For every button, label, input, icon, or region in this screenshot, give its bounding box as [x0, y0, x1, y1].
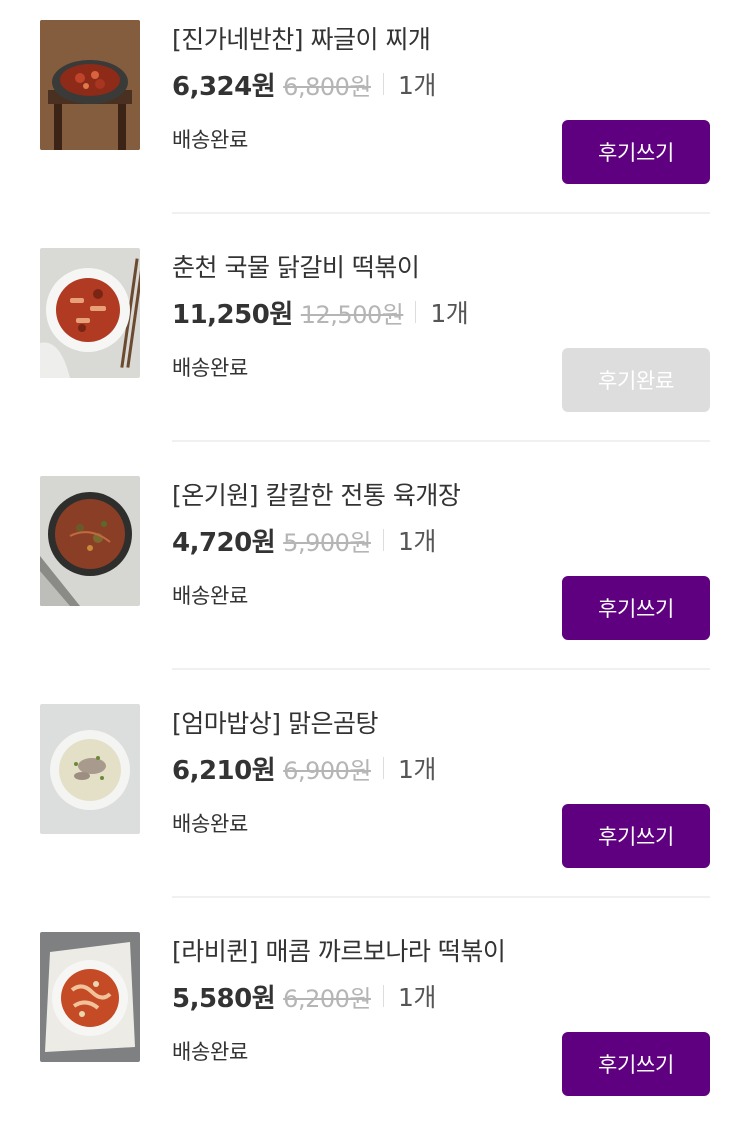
price-divider — [382, 757, 384, 779]
price-row: 6,324원 6,800원 1개 — [172, 66, 436, 102]
price-divider — [415, 301, 417, 323]
original-price: 6,900원 — [283, 756, 371, 785]
tteokbokki-plate-image[interactable] — [40, 248, 140, 378]
review-complete-button[interactable]: 후기완료 — [562, 348, 710, 412]
price-row: 6,210원 6,900원 1개 — [172, 750, 436, 786]
original-price: 12,500원 — [300, 300, 404, 329]
price-divider — [382, 985, 384, 1007]
quantity: 1개 — [430, 299, 469, 328]
write-review-button[interactable]: 후기쓰기 — [562, 576, 710, 640]
order-item: 춘천 국물 닭갈비 떡볶이 11,250원 12,500원 1개 배송완료 후기… — [0, 228, 750, 456]
carbonara-tteokbokki-image[interactable] — [40, 932, 140, 1062]
product-title[interactable]: [진가네반찬] 짜글이 찌개 — [172, 22, 431, 58]
quantity: 1개 — [397, 755, 436, 784]
price-row: 4,720원 5,900원 1개 — [172, 522, 436, 558]
write-review-button[interactable]: 후기쓰기 — [562, 1032, 710, 1096]
product-title[interactable]: [엄마밥상] 맑은곰탕 — [172, 706, 378, 742]
quantity: 1개 — [397, 983, 436, 1012]
delivery-status: 배송완료 — [172, 584, 249, 608]
product-title[interactable]: [라비퀸] 매콤 까르보나라 떡볶이 — [172, 934, 506, 970]
price-row: 5,580원 6,200원 1개 — [172, 978, 436, 1014]
price-divider — [382, 73, 384, 95]
item-divider — [172, 212, 710, 214]
original-price: 6,200원 — [283, 984, 371, 1013]
quantity: 1개 — [397, 71, 436, 100]
sale-price: 4,720원 — [172, 527, 276, 558]
item-divider — [172, 668, 710, 670]
sale-price: 6,324원 — [172, 71, 276, 102]
order-item: [엄마밥상] 맑은곰탕 6,210원 6,900원 1개 배송완료 후기쓰기 — [0, 684, 750, 912]
yukgaejang-bowl-image[interactable] — [40, 476, 140, 606]
sale-price: 6,210원 — [172, 755, 276, 786]
original-price: 6,800원 — [283, 72, 371, 101]
order-item: [온기원] 칼칼한 전통 육개장 4,720원 5,900원 1개 배송완료 후… — [0, 456, 750, 684]
price-divider — [382, 529, 384, 551]
sale-price: 5,580원 — [172, 983, 276, 1014]
product-title[interactable]: 춘천 국물 닭갈비 떡볶이 — [172, 250, 420, 286]
delivery-status: 배송완료 — [172, 1040, 249, 1064]
original-price: 5,900원 — [283, 528, 371, 557]
item-divider — [172, 896, 710, 898]
delivery-status: 배송완료 — [172, 128, 249, 152]
price-row: 11,250원 12,500원 1개 — [172, 294, 469, 330]
write-review-button[interactable]: 후기쓰기 — [562, 804, 710, 868]
kimchi-stew-image[interactable] — [40, 20, 140, 150]
quantity: 1개 — [397, 527, 436, 556]
item-divider — [172, 440, 710, 442]
delivery-status: 배송완료 — [172, 812, 249, 836]
sale-price: 11,250원 — [172, 299, 293, 330]
delivery-status: 배송완료 — [172, 356, 249, 380]
write-review-button[interactable]: 후기쓰기 — [562, 120, 710, 184]
gomtang-bowl-image[interactable] — [40, 704, 140, 834]
order-item: [라비퀸] 매콤 까르보나라 떡볶이 5,580원 6,200원 1개 배송완료… — [0, 912, 750, 1140]
order-item: [진가네반찬] 짜글이 찌개 6,324원 6,800원 1개 배송완료 후기쓰… — [0, 0, 750, 228]
product-title[interactable]: [온기원] 칼칼한 전통 육개장 — [172, 478, 461, 514]
